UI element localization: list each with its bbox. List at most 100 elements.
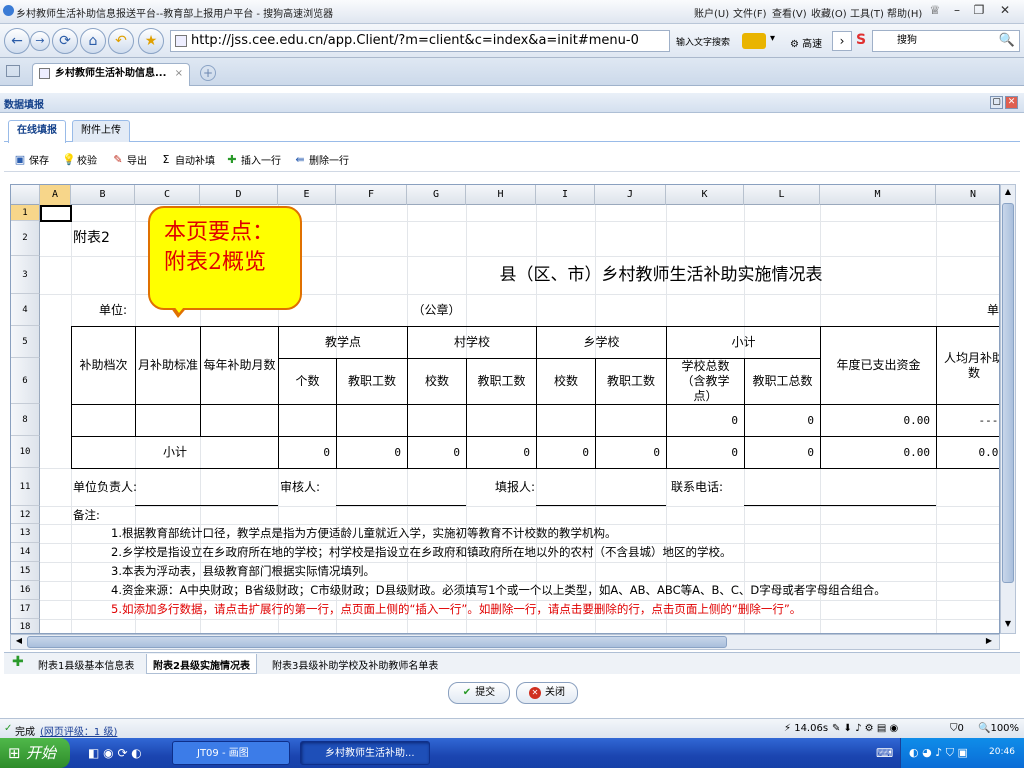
check-button[interactable]: 💡 校验 bbox=[62, 152, 97, 167]
appendix-label[interactable]: 附表2 bbox=[73, 221, 133, 256]
subtotal-cell[interactable]: 0 bbox=[408, 437, 466, 468]
autofill-button[interactable]: Σ 自动补填 bbox=[160, 152, 215, 167]
scroll-right-icon[interactable]: ▶ bbox=[983, 636, 995, 648]
search-input[interactable]: 搜狗 🔍 bbox=[872, 30, 1020, 52]
subtotal-cell[interactable]: 0 bbox=[279, 437, 336, 468]
search-hint[interactable]: 输入文字搜索 bbox=[676, 35, 730, 48]
cell-per-capita[interactable]: ---- bbox=[937, 405, 1000, 436]
header-total-schools[interactable]: 学校总数（含教学点） bbox=[667, 359, 744, 404]
subtotal-cell[interactable]: 0 bbox=[667, 437, 744, 468]
header-level[interactable]: 补助档次 bbox=[72, 327, 135, 404]
unit-head-label[interactable]: 单位负责人: bbox=[73, 469, 143, 506]
tab-attachment-upload[interactable]: 附件上传 bbox=[72, 120, 130, 142]
vertical-scrollbar[interactable]: ▲ ▼ bbox=[1000, 184, 1016, 634]
sheet-tab-appendix3[interactable]: 附表3县级补助学校及补助教师名单表 bbox=[272, 657, 438, 672]
subtotal-cell[interactable]: 0 bbox=[745, 437, 820, 468]
scroll-thumb-h[interactable] bbox=[27, 636, 727, 648]
notes-label[interactable]: 备注: bbox=[73, 506, 100, 524]
row-header[interactable]: 3 bbox=[11, 256, 40, 294]
row-header[interactable]: 16 bbox=[11, 581, 40, 600]
row-header[interactable]: 10 bbox=[11, 436, 40, 468]
subtotal-cell[interactable]: 0 bbox=[596, 437, 666, 468]
subtotal-cell[interactable]: 0.00 bbox=[937, 437, 1000, 468]
panel-restore-icon[interactable]: ▢ bbox=[990, 96, 1003, 109]
column-header[interactable]: N bbox=[936, 185, 999, 205]
phone-label[interactable]: 联系电话: bbox=[671, 469, 743, 506]
header-subtotal-group[interactable]: 小计 bbox=[667, 327, 820, 358]
header-school-count[interactable]: 校数 bbox=[408, 359, 466, 404]
row-header[interactable]: 15 bbox=[11, 562, 40, 581]
row-header[interactable]: 11 bbox=[11, 468, 40, 506]
column-header[interactable]: A bbox=[40, 185, 71, 205]
header-township-school[interactable]: 乡学校 bbox=[537, 327, 666, 358]
close-button[interactable]: ✕ 关闭 bbox=[516, 682, 578, 704]
keyboard-icon[interactable]: ⌨ bbox=[876, 746, 893, 760]
speed-mode-button[interactable]: ⚙ 高速 bbox=[790, 35, 822, 50]
sheet-tab-appendix1[interactable]: 附表1县级基本信息表 bbox=[38, 657, 134, 672]
sheet-tab-appendix2[interactable]: 附表2县级实施情况表 bbox=[146, 654, 257, 674]
row-header[interactable]: 4 bbox=[11, 294, 40, 326]
menu-tools[interactable]: 工具(T) bbox=[850, 5, 884, 20]
back-icon[interactable]: ← bbox=[4, 28, 30, 54]
refresh-icon[interactable]: ⟳ bbox=[52, 28, 78, 54]
header-village-school[interactable]: 村学校 bbox=[408, 327, 536, 358]
table-title[interactable]: 县（区、市）乡村教师生活补助实施情况表 bbox=[451, 256, 871, 294]
row-header[interactable]: 2 bbox=[11, 221, 40, 256]
tray-icons[interactable]: ◐ ◕ ♪ ⛉ ▣ bbox=[909, 746, 968, 760]
column-header[interactable]: I bbox=[536, 185, 595, 205]
forward-icon[interactable]: → bbox=[30, 31, 50, 51]
column-header[interactable]: C bbox=[135, 185, 200, 205]
note-line[interactable]: 4.资金来源：A中央财政；B省级财政；C市级财政；D县级财政。必须填写1个或一个… bbox=[111, 581, 886, 600]
tab-online-fill[interactable]: 在线填报 bbox=[8, 120, 66, 143]
row-header[interactable]: 17 bbox=[11, 600, 40, 619]
subtotal-cell[interactable]: 0.00 bbox=[821, 437, 936, 468]
menu-file[interactable]: 文件(F) bbox=[733, 5, 767, 20]
menu-favorites[interactable]: 收藏(O) bbox=[811, 5, 847, 20]
header-staff-count[interactable]: 教职工数 bbox=[467, 359, 536, 404]
column-header[interactable]: M bbox=[820, 185, 936, 205]
restore-icon[interactable]: ❐ bbox=[970, 3, 988, 19]
menu-help[interactable]: 帮助(H) bbox=[887, 5, 922, 20]
scroll-down-icon[interactable]: ▼ bbox=[1002, 619, 1014, 631]
home-icon[interactable]: ⌂ bbox=[80, 28, 106, 54]
subtotal-cell[interactable]: 0 bbox=[537, 437, 595, 468]
header-school-count[interactable]: 校数 bbox=[537, 359, 595, 404]
minimize-icon[interactable]: – bbox=[948, 3, 966, 19]
horizontal-scrollbar[interactable]: ◀ ▶ bbox=[10, 634, 1000, 650]
header-count[interactable]: 个数 bbox=[279, 359, 336, 404]
reviewer-label[interactable]: 审核人: bbox=[280, 469, 336, 506]
subtotal-cell[interactable]: 0 bbox=[337, 437, 407, 468]
header-staff-count[interactable]: 教职工数 bbox=[596, 359, 666, 404]
address-bar[interactable]: http://jss.cee.edu.cn/app.Client/?m=clie… bbox=[170, 30, 670, 52]
row-header[interactable]: 14 bbox=[11, 543, 40, 562]
header-per-capita[interactable]: 人均月补助数 bbox=[937, 327, 999, 404]
scroll-left-icon[interactable]: ◀ bbox=[13, 636, 25, 648]
row-header[interactable]: 1 bbox=[11, 205, 40, 221]
unit-label[interactable]: 单位: bbox=[91, 294, 135, 326]
subtotal-label[interactable]: 小计 bbox=[72, 437, 278, 468]
row-header[interactable]: 12 bbox=[11, 506, 40, 524]
column-header[interactable]: D bbox=[200, 185, 278, 205]
tab-close-icon[interactable]: × bbox=[175, 64, 183, 84]
skin-icon[interactable]: ♕ bbox=[926, 3, 944, 19]
row-header[interactable]: 18 bbox=[11, 619, 40, 633]
unit-right-label[interactable]: 单位 bbox=[961, 294, 999, 326]
filler-label[interactable]: 填报人: bbox=[471, 469, 535, 506]
column-header[interactable]: K bbox=[666, 185, 744, 205]
quicklaunch-icons[interactable]: ◧ ◉ ⟳ ◐ bbox=[88, 746, 142, 760]
note-line[interactable]: 3.本表为浮动表，县级教育部门根据实际情况填列。 bbox=[111, 562, 375, 581]
task-paint[interactable]: JT09 - 画图 bbox=[172, 741, 290, 765]
shield-count[interactable]: ⛉0 bbox=[950, 723, 964, 734]
selected-cell[interactable] bbox=[40, 205, 72, 222]
undo-icon[interactable]: ↶ bbox=[108, 28, 134, 54]
cell-annual-spent[interactable]: 0.00 bbox=[821, 405, 936, 436]
cell-total-schools[interactable]: 0 bbox=[667, 405, 744, 436]
column-header[interactable]: G bbox=[407, 185, 466, 205]
insert-row-button[interactable]: ✚ 插入一行 bbox=[226, 152, 281, 167]
column-header[interactable]: J bbox=[595, 185, 666, 205]
dropdown-icon[interactable]: ▾ bbox=[770, 33, 786, 49]
column-header[interactable]: F bbox=[336, 185, 407, 205]
new-tab-icon[interactable]: + bbox=[200, 65, 216, 81]
header-annual-months[interactable]: 每年补助月数 bbox=[201, 327, 278, 404]
menu-view[interactable]: 查看(V) bbox=[772, 5, 807, 20]
